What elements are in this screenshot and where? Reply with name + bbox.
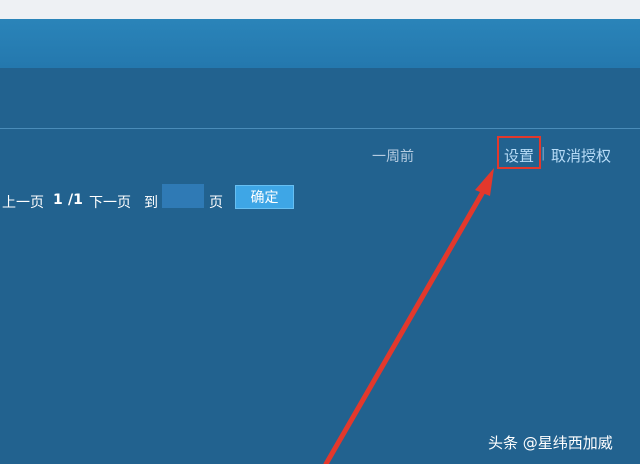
arrow-head: [475, 168, 494, 196]
annotation-arrow-icon: [323, 168, 494, 464]
watermark-text: 头条 @星纬西加威: [488, 434, 613, 452]
arrow-shaft: [323, 187, 487, 464]
